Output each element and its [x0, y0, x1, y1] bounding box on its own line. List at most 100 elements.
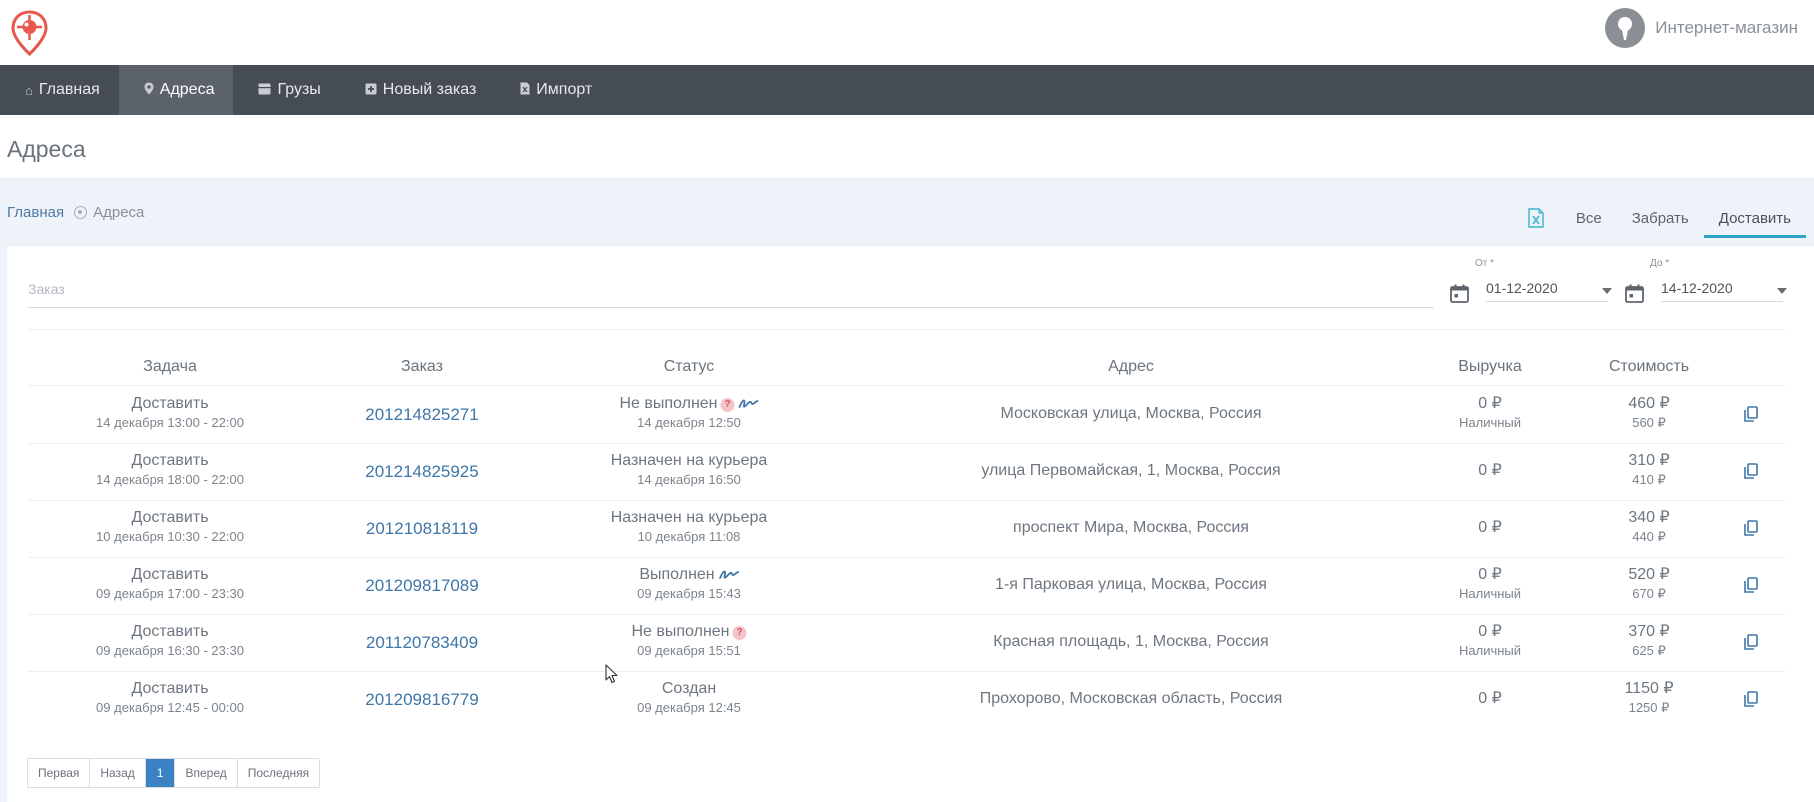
- copy-icon[interactable]: [1744, 691, 1758, 707]
- user-menu[interactable]: Интернет-магазин: [1605, 8, 1798, 48]
- table-row[interactable]: Доставить 09 декабря 16:30 - 23:30 20112…: [28, 615, 1785, 672]
- tab-all[interactable]: Все: [1561, 198, 1617, 238]
- task-time: 14 декабря 13:00 - 22:00: [96, 415, 244, 430]
- excel-export-button[interactable]: [1511, 198, 1561, 238]
- date-from-value[interactable]: 01-12-2020: [1486, 280, 1608, 302]
- calendar-icon[interactable]: [1625, 284, 1644, 303]
- order-link[interactable]: 201209816779: [365, 690, 478, 710]
- nav-item-cargo[interactable]: Грузы: [233, 65, 339, 115]
- divider: [28, 329, 1785, 330]
- table-row[interactable]: Доставить 09 декабря 17:00 - 23:30 20120…: [28, 558, 1785, 615]
- tab-deliver[interactable]: Доставить: [1703, 198, 1806, 238]
- nav-item-addresses[interactable]: Адреса: [118, 65, 234, 115]
- page-last-button[interactable]: Последняя: [237, 759, 320, 787]
- order-link[interactable]: 201209817089: [365, 576, 478, 596]
- excel-icon: [1528, 208, 1544, 228]
- status-text: Выполнен: [639, 566, 715, 583]
- copy-icon[interactable]: [1744, 520, 1758, 536]
- question-icon[interactable]: ?: [720, 398, 735, 412]
- task-cell: Доставить 14 декабря 18:00 - 22:00: [96, 452, 244, 488]
- column-header-order[interactable]: Заказ: [401, 358, 443, 376]
- payment-type: Наличный: [1458, 643, 1522, 658]
- date-to-value[interactable]: 14-12-2020: [1661, 280, 1783, 302]
- nav-label: Грузы: [277, 81, 321, 98]
- chevron-down-icon[interactable]: [1777, 288, 1787, 294]
- logo-icon[interactable]: [11, 10, 48, 56]
- table-row[interactable]: Доставить 14 декабря 18:00 - 22:00 20121…: [28, 444, 1785, 501]
- tab-pickup[interactable]: Забрать: [1617, 198, 1704, 238]
- task-cell: Доставить 10 декабря 10:30 - 22:00: [96, 509, 244, 545]
- cost-cell: 310 ₽ 410 ₽: [1628, 452, 1669, 488]
- payment-type: Наличный: [1458, 586, 1522, 601]
- table-row[interactable]: Доставить 09 декабря 12:45 - 00:00 20120…: [28, 672, 1785, 729]
- cost-cell: 520 ₽ 670 ₽: [1628, 566, 1669, 602]
- cost-value: 370 ₽: [1628, 623, 1670, 640]
- table-row[interactable]: Доставить 10 декабря 10:30 - 22:00 20121…: [28, 501, 1785, 558]
- date-to-label: До *: [1650, 258, 1670, 269]
- status-text: Назначен на курьера: [610, 452, 768, 469]
- page-number-button[interactable]: 1: [145, 759, 176, 787]
- date-from-field[interactable]: От * 01-12-2020: [1450, 258, 1612, 308]
- address-cell: Московская улица, Москва, Россия: [1000, 405, 1262, 422]
- page-prev-button[interactable]: Назад: [90, 759, 146, 787]
- address-cell: проспект Мира, Москва, Россия: [1013, 519, 1249, 536]
- order-link[interactable]: 201210818119: [366, 519, 478, 539]
- status-cell: Не выполнен? 09 декабря 15:51: [631, 623, 747, 659]
- column-header-task[interactable]: Задача: [143, 358, 197, 376]
- task-time: 14 декабря 18:00 - 22:00: [96, 472, 244, 487]
- status-text: Создан: [661, 680, 717, 697]
- copy-icon[interactable]: [1744, 634, 1758, 650]
- column-header-address[interactable]: Адрес: [1108, 358, 1154, 376]
- copy-icon[interactable]: [1744, 463, 1758, 479]
- table-row[interactable]: Доставить 14 декабря 13:00 - 22:00 20121…: [28, 387, 1785, 444]
- signature-icon[interactable]: [718, 569, 739, 580]
- payment-type: Наличный: [1458, 415, 1522, 430]
- column-header-status[interactable]: Статус: [664, 358, 715, 376]
- revenue-value: 0 ₽: [1478, 566, 1502, 583]
- status-time: 14 декабря 12:50: [637, 415, 741, 430]
- copy-icon[interactable]: [1744, 577, 1758, 593]
- avatar[interactable]: [1605, 8, 1646, 48]
- cost-value: 310 ₽: [1628, 452, 1670, 469]
- page-next-button[interactable]: Вперед: [175, 759, 238, 787]
- signature-icon[interactable]: [738, 398, 759, 409]
- main-navbar: ⌂ Главная Адреса Грузы Новый заказ Импор…: [0, 65, 1814, 115]
- copy-icon[interactable]: [1744, 406, 1758, 422]
- calendar-icon[interactable]: [1450, 284, 1469, 303]
- top-header: Интернет-магазин: [0, 0, 1814, 65]
- status-time: 09 декабря 15:51: [637, 643, 741, 658]
- task-type: Доставить: [131, 566, 209, 583]
- date-to-field[interactable]: До * 14-12-2020: [1625, 258, 1787, 308]
- revenue-cell: 0 ₽ Наличный: [1459, 395, 1521, 431]
- order-link[interactable]: 201214825925: [365, 462, 478, 482]
- nav-item-import[interactable]: Импорт: [495, 65, 611, 115]
- status-cell: Назначен на курьера 10 декабря 11:08: [611, 509, 768, 545]
- page-first-button[interactable]: Первая: [28, 759, 91, 787]
- breadcrumb: Главная Адреса: [7, 204, 144, 221]
- nav-item-home[interactable]: ⌂ Главная: [0, 65, 119, 115]
- column-header-revenue[interactable]: Выручка: [1458, 358, 1521, 376]
- revenue-cell: 0 ₽ Наличный: [1459, 623, 1521, 659]
- breadcrumb-home-link[interactable]: Главная: [7, 204, 64, 221]
- cost-cell: 460 ₽ 560 ₽: [1628, 395, 1669, 431]
- order-link[interactable]: 201214825271: [365, 405, 478, 425]
- chevron-down-icon[interactable]: [1602, 288, 1612, 294]
- order-search-input[interactable]: [28, 268, 1434, 308]
- column-header-cost[interactable]: Стоимость: [1609, 358, 1689, 376]
- cost-sub-value: 625 ₽: [1632, 643, 1666, 658]
- revenue-cell: 0 ₽ Наличный: [1459, 566, 1521, 602]
- file-import-icon: [520, 82, 530, 98]
- user-name[interactable]: Интернет-магазин: [1655, 18, 1798, 38]
- address-cell: Красная площадь, 1, Москва, Россия: [993, 633, 1269, 650]
- filter-row: От * 01-12-2020 До * 14-12-2020: [28, 258, 1787, 308]
- nav-item-new-order[interactable]: Новый заказ: [340, 65, 495, 115]
- question-icon[interactable]: ?: [732, 626, 747, 640]
- cost-sub-value: 670 ₽: [1632, 586, 1666, 601]
- status-cell: Создан 09 декабря 12:45: [637, 680, 741, 716]
- order-link[interactable]: 201120783409: [366, 633, 478, 653]
- nav-label: Импорт: [536, 81, 593, 98]
- date-from-label: От *: [1475, 258, 1495, 269]
- task-cell: Доставить 09 декабря 16:30 - 23:30: [96, 623, 244, 659]
- cost-sub-value: 560 ₽: [1632, 415, 1666, 430]
- page-title: Адреса: [7, 136, 86, 162]
